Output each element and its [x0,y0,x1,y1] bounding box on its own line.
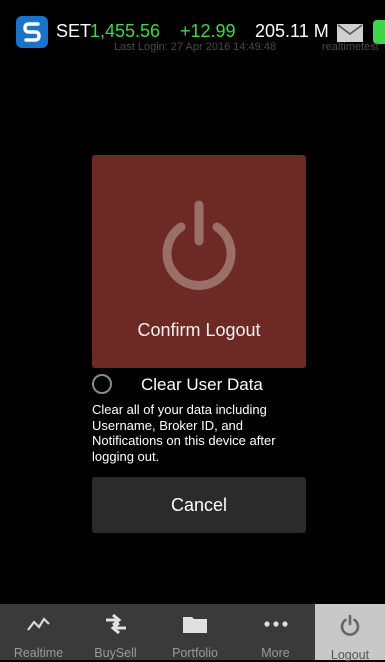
folder-icon [182,614,208,634]
last-login-text: Last Login: 27 Apr 2016 14:49:48 [114,41,277,53]
power-icon [339,614,361,636]
market-volume: 205.11 M [255,21,329,41]
tab-more[interactable]: More [236,604,315,660]
tab-label: Realtime [13,646,64,660]
app-logo [16,16,48,48]
market-index-change: +12.99 [180,21,236,41]
tab-portfolio[interactable]: Portfolio [154,604,236,660]
mail-icon[interactable] [337,24,363,42]
user-id-text: realtimetest [322,41,379,53]
power-icon [162,200,236,290]
cancel-button[interactable]: Cancel [92,477,306,533]
more-dots-icon [263,614,289,634]
confirm-logout-label: Confirm Logout [137,320,261,340]
tab-logout[interactable]: Logout [315,604,385,662]
line-chart-icon [26,614,51,634]
tab-label: BuySell [94,646,137,660]
confirm-logout-button[interactable]: Confirm Logout [92,155,306,368]
clear-user-data-label[interactable]: Clear User Data [141,375,263,395]
tab-realtime[interactable]: Realtime [0,604,77,660]
clear-user-data-radio[interactable] [92,374,112,394]
top-header: SET 1,455.56 +12.99 205.11 M Last Login:… [0,0,385,60]
clear-user-data-description: Clear all of your data including Usernam… [92,402,276,464]
market-index-value: 1,455.56 [90,21,161,41]
tab-label: More [261,646,290,660]
tab-buysell[interactable]: BuySell [77,604,154,660]
bottom-tab-bar: Realtime BuySell Portfolio More Logout [0,604,385,662]
tab-label: Portfolio [172,646,218,660]
market-name: SET [56,21,92,41]
swap-arrows-icon [103,614,129,634]
